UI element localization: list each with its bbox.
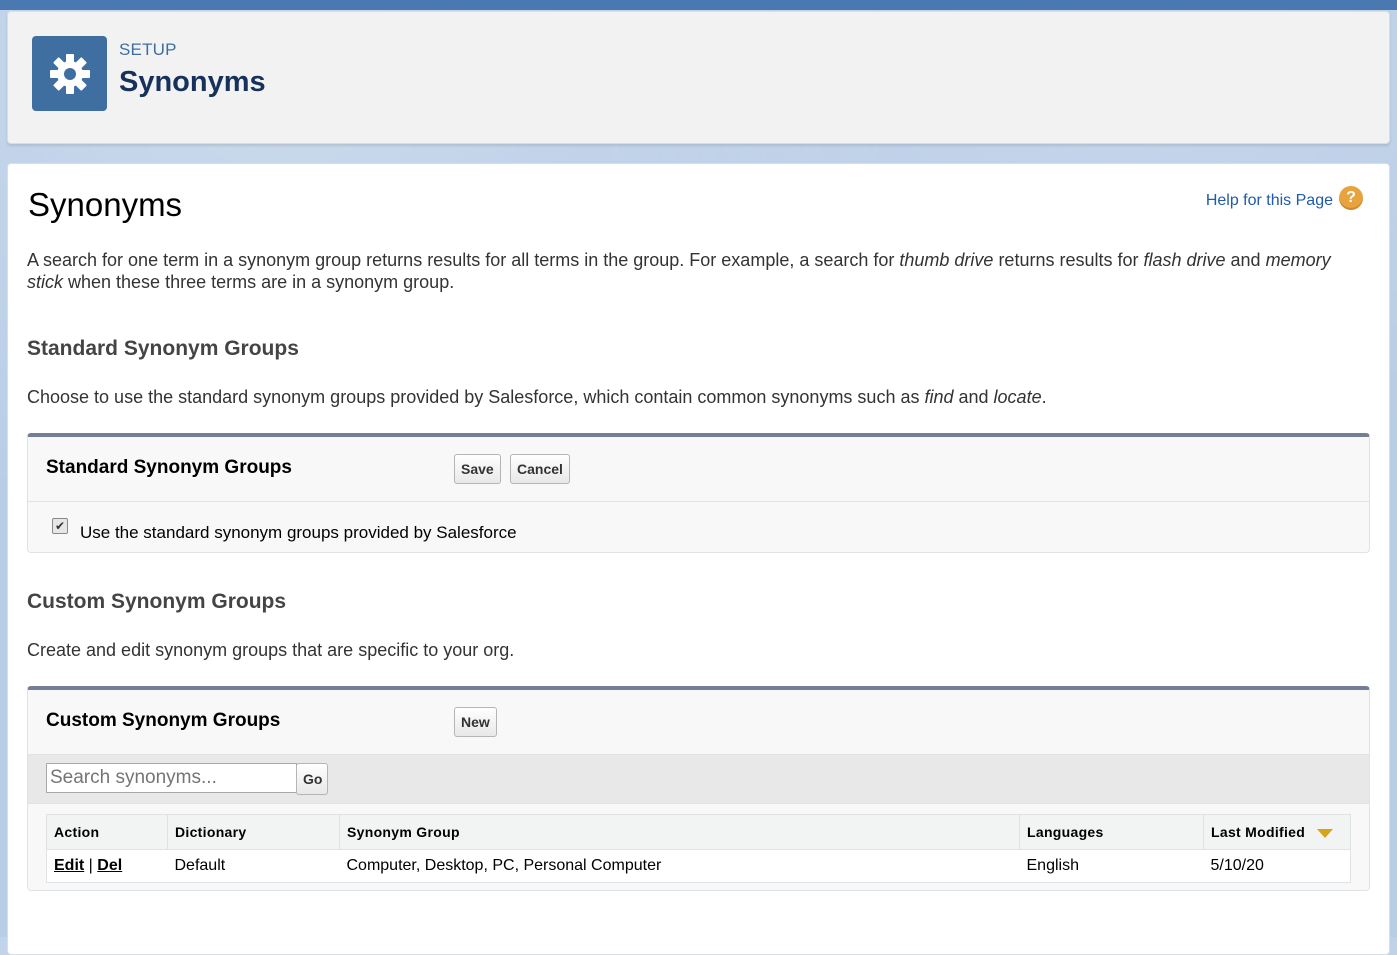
page-header: SETUP Synonyms xyxy=(7,11,1390,144)
gear-icon xyxy=(32,36,107,111)
custom-section-desc: Create and edit synonym groups that are … xyxy=(27,640,515,660)
custom-section-heading: Custom Synonym Groups xyxy=(27,590,287,613)
cancel-button[interactable]: Cancel xyxy=(510,454,570,484)
table-row: Edit | Del Default Computer, Desktop, PC… xyxy=(46,849,1351,883)
synonym-groups-table: Action Dictionary Synonym Group Language… xyxy=(46,814,1351,883)
standard-block-title: Standard Synonym Groups xyxy=(46,457,292,478)
dictionary-cell: Default xyxy=(167,849,340,883)
standard-block-body: ✔ Use the standard synonym groups provid… xyxy=(28,502,1369,552)
search-input[interactable] xyxy=(46,763,297,793)
edit-link[interactable]: Edit xyxy=(54,857,84,874)
save-button[interactable]: Save xyxy=(454,454,501,484)
top-band xyxy=(0,0,1397,10)
custom-block-title: Custom Synonym Groups xyxy=(46,710,281,731)
sort-descending-icon[interactable] xyxy=(1317,828,1334,838)
intro-text: A search for one term in a synonym group… xyxy=(27,250,1331,292)
last-modified-cell: 5/10/20 xyxy=(1203,849,1351,883)
search-bar: Go xyxy=(28,755,1369,804)
standard-section-heading: Standard Synonym Groups xyxy=(27,337,299,360)
column-header-synonym-group: Synonym Group xyxy=(339,814,1020,850)
use-standard-groups-checkbox[interactable]: ✔ xyxy=(52,518,68,534)
standard-block-header: Standard Synonym Groups Save Cancel xyxy=(28,437,1369,502)
delete-link[interactable]: Del xyxy=(97,857,122,874)
column-header-last-modified[interactable]: Last Modified xyxy=(1203,814,1351,850)
table-header-row: Action Dictionary Synonym Group Language… xyxy=(46,814,1351,850)
main-content: Synonyms Help for this Page ? A search f… xyxy=(7,163,1390,955)
new-button[interactable]: New xyxy=(454,707,497,737)
action-separator: | xyxy=(88,857,93,874)
languages-cell: English xyxy=(1019,849,1204,883)
header-title: Synonyms xyxy=(119,66,266,98)
use-standard-groups-label: Use the standard synonym groups provided… xyxy=(80,523,517,542)
custom-block-header: Custom Synonym Groups New xyxy=(28,690,1369,755)
action-cell: Edit | Del xyxy=(46,849,168,883)
help-icon[interactable]: ? xyxy=(1339,186,1363,210)
setup-label: SETUP xyxy=(119,40,177,59)
help-link[interactable]: Help for this Page xyxy=(1206,192,1333,210)
standard-section-desc: Choose to use the standard synonym group… xyxy=(27,387,1047,407)
column-header-dictionary: Dictionary xyxy=(167,814,340,850)
go-button[interactable]: Go xyxy=(296,763,328,795)
column-header-languages: Languages xyxy=(1019,814,1204,850)
standard-groups-block: Standard Synonym Groups Save Cancel ✔ Us… xyxy=(27,433,1370,553)
synonym-group-cell: Computer, Desktop, PC, Personal Computer xyxy=(339,849,1020,883)
custom-groups-block: Custom Synonym Groups New Go Action Dict… xyxy=(27,686,1370,891)
page-title: Synonyms xyxy=(28,186,183,223)
column-header-action: Action xyxy=(46,814,168,850)
